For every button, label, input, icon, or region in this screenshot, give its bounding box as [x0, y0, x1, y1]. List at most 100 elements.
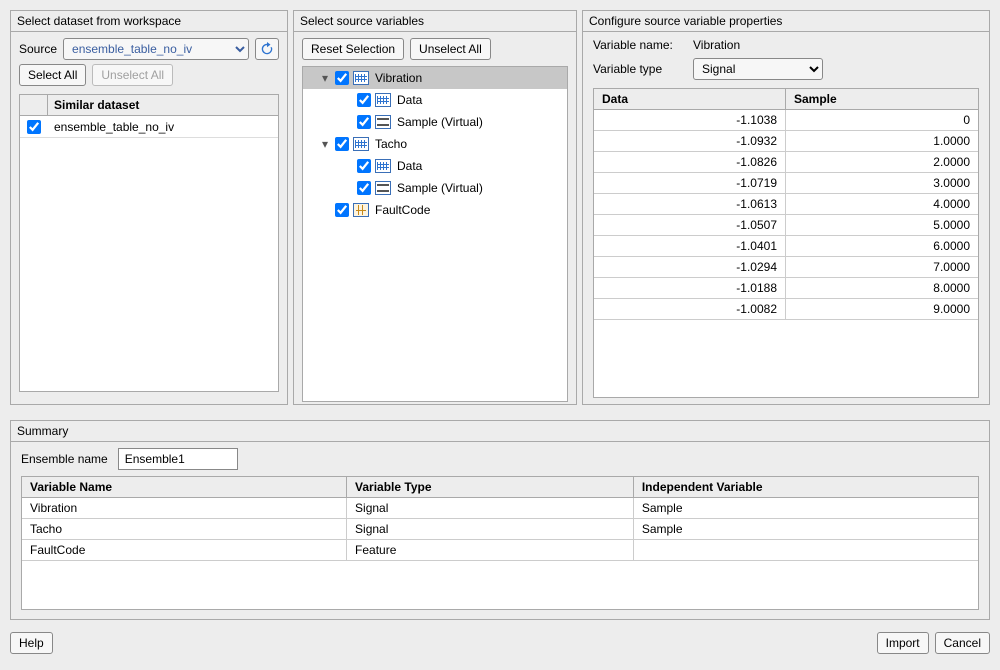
tree-node-sample-virtual-[interactable]: Sample (Virtual) [303, 111, 567, 133]
tree-checkbox[interactable] [357, 93, 371, 107]
ensemble-name-input[interactable] [118, 448, 238, 470]
tree-node-faultcode[interactable]: FaultCode [303, 199, 567, 221]
sample-cell: 9.0000 [786, 299, 978, 319]
data-cell: -1.0188 [594, 278, 786, 298]
data-cell: -1.0719 [594, 173, 786, 193]
refresh-button[interactable] [255, 38, 279, 60]
tree-node-vibration[interactable]: ▾ Vibration [303, 67, 567, 89]
tree-node-tacho[interactable]: ▾Tacho [303, 133, 567, 155]
dataset-row-name: ensemble_table_no_iv [48, 120, 278, 134]
tree-node-label: Vibration [373, 71, 422, 85]
tree-node-data[interactable]: Data [303, 89, 567, 111]
sample-icon [375, 181, 391, 195]
variable-name-value: Vibration [693, 38, 740, 52]
dataset-panel-title: Select dataset from workspace [11, 11, 287, 32]
tree-checkbox[interactable] [357, 181, 371, 195]
ensemble-name-label: Ensemble name [21, 452, 108, 466]
dataset-row[interactable]: ensemble_table_no_iv [20, 116, 278, 138]
summary-type-cell: Signal [347, 498, 634, 518]
source-variables-panel: Select source variables Reset Selection … [293, 10, 577, 405]
configure-panel-title: Configure source variable properties [583, 11, 989, 32]
summary-title: Summary [11, 421, 989, 442]
summary-name-cell: Tacho [22, 519, 347, 539]
reset-selection-button[interactable]: Reset Selection [302, 38, 404, 60]
data-row: -1.08262.0000 [594, 152, 978, 173]
summary-name-cell: Vibration [22, 498, 347, 518]
feature-icon [353, 203, 369, 217]
data-row: -1.01888.0000 [594, 278, 978, 299]
sample-column-header: Sample [786, 89, 978, 109]
help-button[interactable]: Help [10, 632, 53, 654]
source-select[interactable]: ensemble_table_no_iv [63, 38, 249, 60]
source-variables-title: Select source variables [294, 11, 576, 32]
tree-node-label: Data [395, 93, 422, 107]
data-cell: -1.0082 [594, 299, 786, 319]
data-cell: -1.0826 [594, 152, 786, 172]
summary-type-cell: Signal [347, 519, 634, 539]
data-row: -1.06134.0000 [594, 194, 978, 215]
tree-node-data[interactable]: Data [303, 155, 567, 177]
tree-node-label: Sample (Virtual) [395, 115, 483, 129]
caret-icon: ▾ [319, 137, 331, 151]
tree-node-sample-virtual-[interactable]: Sample (Virtual) [303, 177, 567, 199]
sample-cell: 6.0000 [786, 236, 978, 256]
summary-row: FaultCodeFeature [22, 540, 978, 561]
data-row: -1.05075.0000 [594, 215, 978, 236]
variable-name-label: Variable name: [593, 38, 683, 52]
dataset-table-header: Similar dataset [48, 95, 278, 115]
variables-tree: ▾ Vibration Data Sample (Virtual) ▾Tacho Data… [302, 66, 568, 402]
sample-cell: 7.0000 [786, 257, 978, 277]
dataset-row-checkbox[interactable] [27, 120, 41, 134]
tree-checkbox[interactable] [335, 203, 349, 217]
data-column-header: Data [594, 89, 786, 109]
sample-cell: 3.0000 [786, 173, 978, 193]
signal-icon [375, 93, 391, 107]
dataset-table: Similar dataset ensemble_table_no_iv [19, 94, 279, 392]
data-row: -1.00829.0000 [594, 299, 978, 320]
footer: Help Import Cancel [10, 632, 990, 654]
data-table: Data Sample -1.10380-1.09321.0000-1.0826… [593, 88, 979, 398]
variable-type-select[interactable]: Signal [693, 58, 823, 80]
tree-checkbox[interactable] [357, 159, 371, 173]
import-button[interactable]: Import [877, 632, 929, 654]
summary-name-cell: FaultCode [22, 540, 347, 560]
data-row: -1.07193.0000 [594, 173, 978, 194]
tree-node-label: Data [395, 159, 422, 173]
sample-cell: 2.0000 [786, 152, 978, 172]
summary-panel: Summary Ensemble name Variable Name Vari… [10, 420, 990, 620]
summary-header-type: Variable Type [347, 477, 634, 497]
cancel-button[interactable]: Cancel [935, 632, 990, 654]
summary-header-iv: Independent Variable [634, 477, 978, 497]
source-label: Source [19, 42, 57, 56]
tree-node-label: FaultCode [373, 203, 430, 217]
data-cell: -1.0401 [594, 236, 786, 256]
summary-iv-cell [634, 540, 978, 560]
tree-checkbox[interactable] [335, 137, 349, 151]
summary-type-cell: Feature [347, 540, 634, 560]
summary-header-name: Variable Name [22, 477, 347, 497]
sample-cell: 1.0000 [786, 131, 978, 151]
data-cell: -1.0507 [594, 215, 786, 235]
data-row: -1.09321.0000 [594, 131, 978, 152]
data-row: -1.02947.0000 [594, 257, 978, 278]
data-row: -1.10380 [594, 110, 978, 131]
sample-cell: 4.0000 [786, 194, 978, 214]
dataset-panel: Select dataset from workspace Source ens… [10, 10, 288, 405]
select-all-button[interactable]: Select All [19, 64, 86, 86]
data-cell: -1.0613 [594, 194, 786, 214]
tree-node-label: Sample (Virtual) [395, 181, 483, 195]
unselect-all-button[interactable]: Unselect All [92, 64, 173, 86]
data-cell: -1.0294 [594, 257, 786, 277]
tree-checkbox[interactable] [335, 71, 349, 85]
sample-cell: 5.0000 [786, 215, 978, 235]
unselect-all-vars-button[interactable]: Unselect All [410, 38, 491, 60]
data-cell: -1.1038 [594, 110, 786, 130]
caret-icon: ▾ [319, 71, 331, 85]
data-cell: -1.0932 [594, 131, 786, 151]
configure-panel: Configure source variable properties Var… [582, 10, 990, 405]
data-row: -1.04016.0000 [594, 236, 978, 257]
tree-checkbox[interactable] [357, 115, 371, 129]
summary-table: Variable Name Variable Type Independent … [21, 476, 979, 610]
summary-iv-cell: Sample [634, 519, 978, 539]
summary-row: TachoSignalSample [22, 519, 978, 540]
